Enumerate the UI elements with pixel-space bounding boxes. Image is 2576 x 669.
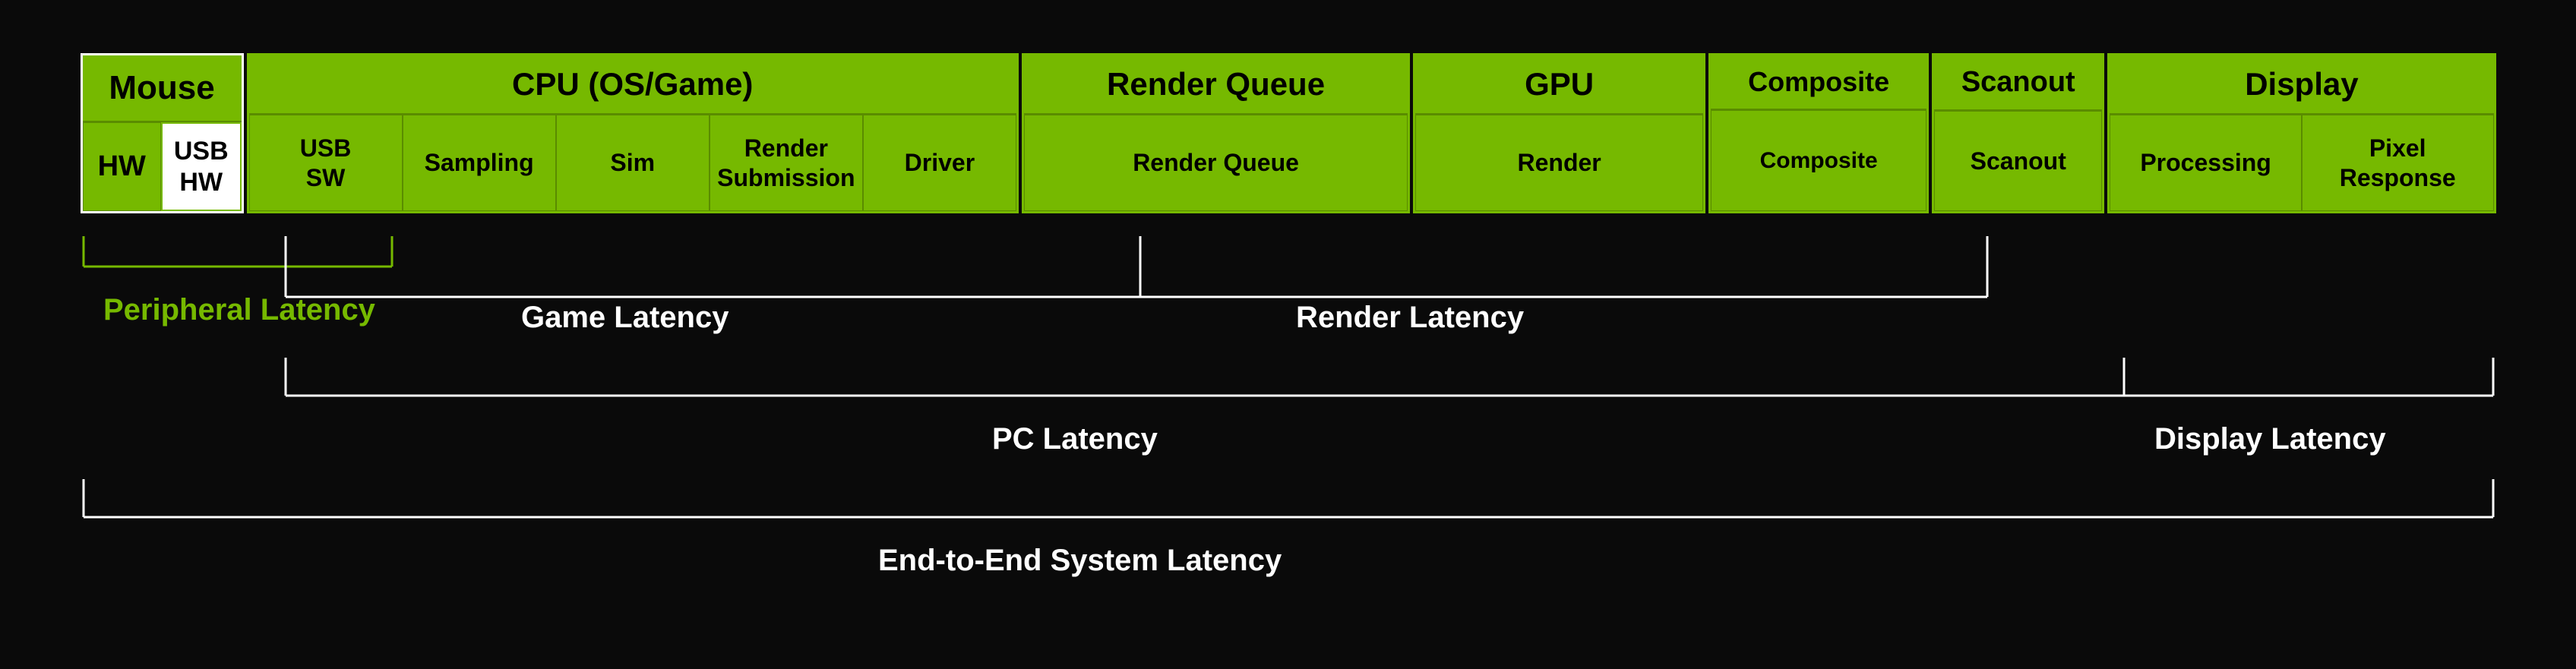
renderqueue-block: Render Queue xyxy=(1024,115,1408,212)
cpu-header: CPU (OS/Game) xyxy=(249,55,1016,115)
scanout-header: Scanout xyxy=(1934,55,2102,111)
cpu-group: CPU (OS/Game) USBSW Sampling Sim RenderS… xyxy=(247,53,1019,214)
display-latency-label: Display Latency xyxy=(2154,422,2386,456)
usb-hw-block: USBHW xyxy=(161,122,242,212)
mouse-sub-row: HW USBHW xyxy=(83,122,242,212)
gpu-sub-row: Render xyxy=(1415,115,1703,212)
composite-sub-row: Composite xyxy=(1711,110,1926,212)
composite-block: Composite xyxy=(1711,110,1926,212)
game-latency-label: Game Latency xyxy=(521,301,729,334)
scanout-sub-row: Scanout xyxy=(1934,111,2102,212)
gpu-header: GPU xyxy=(1415,55,1703,115)
display-group: Display Processing PixelResponse xyxy=(2107,53,2495,214)
usb-sw-block: USBSW xyxy=(249,115,403,212)
renderqueue-group: Render Queue Render Queue xyxy=(1022,53,1410,214)
pc-latency-label: PC Latency xyxy=(992,422,1158,456)
latency-brackets: Peripheral Latency Game Latency Render L… xyxy=(81,221,2496,616)
scanout-block: Scanout xyxy=(1934,111,2102,212)
diagram-container: Mouse HW USBHW CPU (OS/Game) USBSW Sampl… xyxy=(35,23,2542,647)
composite-header: Composite xyxy=(1711,55,1926,110)
hw-block: HW xyxy=(83,122,162,212)
render-latency-label: Render Latency xyxy=(1296,301,1525,334)
renderqueue-sub-row: Render Queue xyxy=(1024,115,1408,212)
e2e-latency-label: End-to-End System Latency xyxy=(878,544,1282,577)
composite-group: Composite Composite xyxy=(1708,53,1929,214)
mouse-group: Mouse HW USBHW xyxy=(81,53,244,214)
render-submission-block: RenderSubmission xyxy=(710,115,863,212)
blocks-row: Mouse HW USBHW CPU (OS/Game) USBSW Sampl… xyxy=(81,53,2496,214)
scanout-group: Scanout Scanout xyxy=(1932,53,2104,214)
mouse-header: Mouse xyxy=(83,55,242,122)
pixel-response-block: PixelResponse xyxy=(2302,115,2494,212)
gpu-group: GPU Render xyxy=(1413,53,1705,214)
driver-block: Driver xyxy=(863,115,1016,212)
render-block: Render xyxy=(1415,115,1703,212)
cpu-sub-row: USBSW Sampling Sim RenderSubmission Driv… xyxy=(249,115,1016,212)
sim-block: Sim xyxy=(556,115,710,212)
sampling-block: Sampling xyxy=(403,115,556,212)
display-header: Display xyxy=(2110,55,2493,115)
processing-block: Processing xyxy=(2110,115,2302,212)
display-sub-row: Processing PixelResponse xyxy=(2110,115,2493,212)
renderqueue-header: Render Queue xyxy=(1024,55,1408,115)
peripheral-latency-label: Peripheral Latency xyxy=(103,293,376,327)
